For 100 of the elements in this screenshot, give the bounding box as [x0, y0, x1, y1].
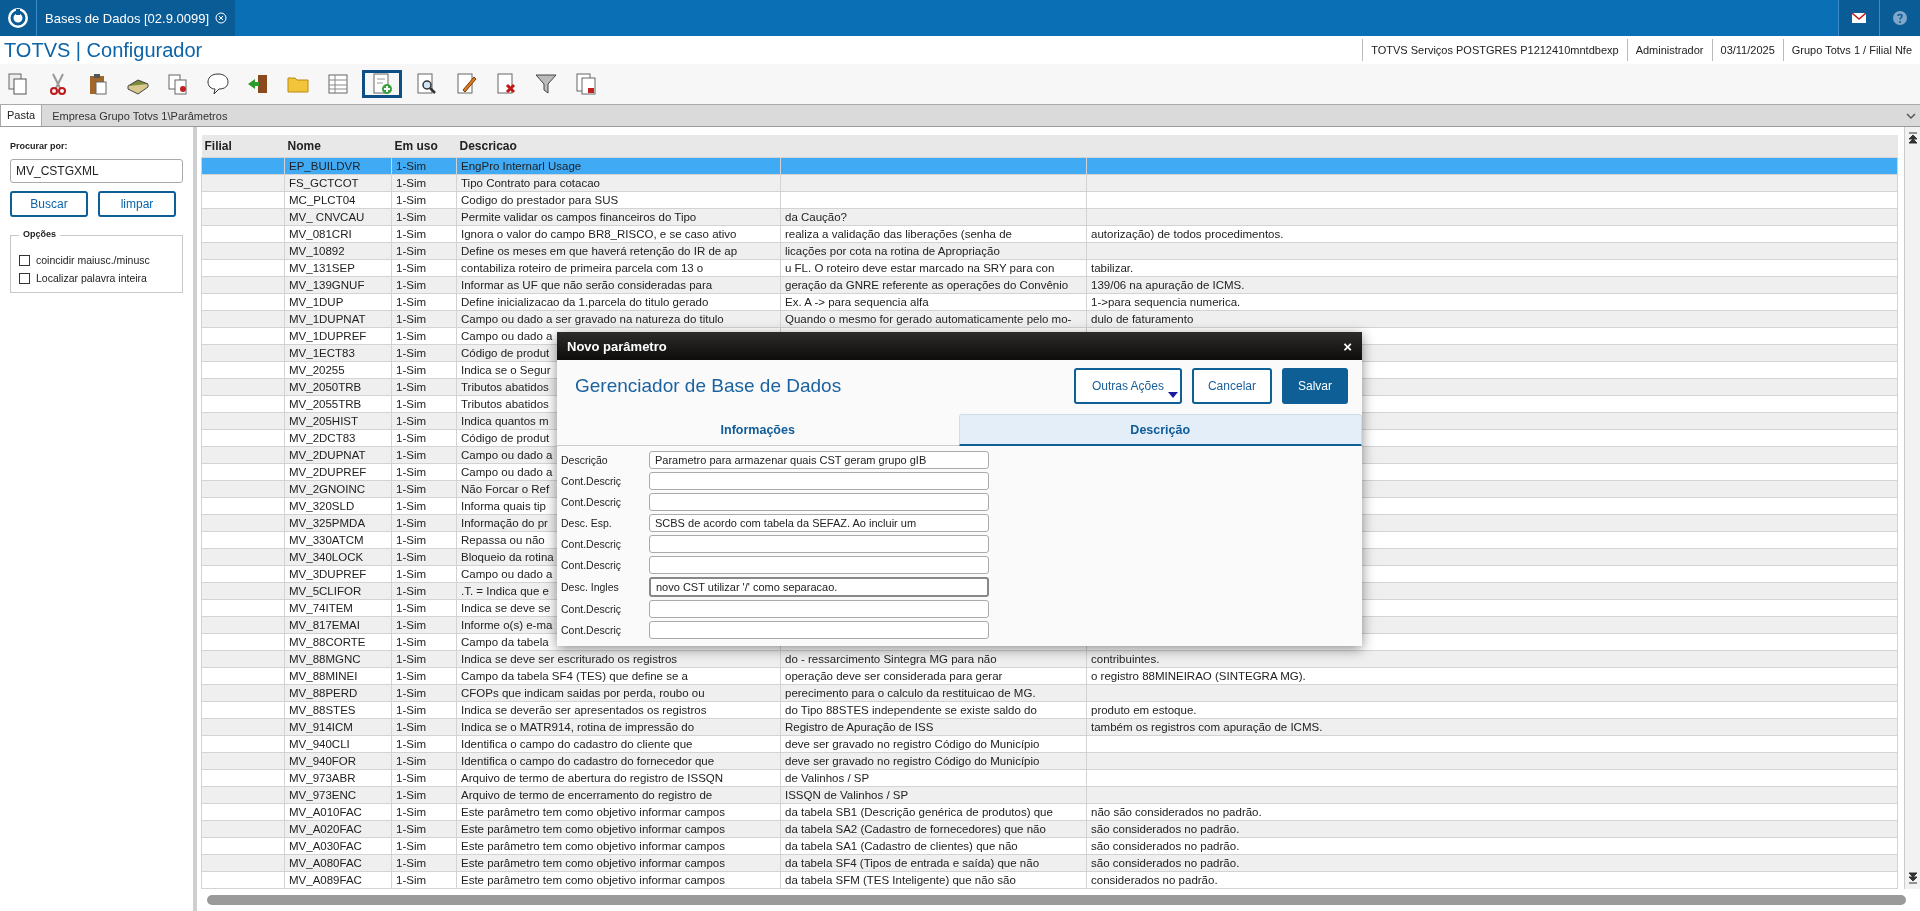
table-cell: deve ser gravado no registro Código do Município: [780, 735, 1087, 753]
field-label: Desc. Esp.: [561, 517, 613, 529]
table-cell: 1-Sim: [391, 701, 457, 719]
table-cell: são considerados no padrão.: [1086, 837, 1898, 855]
table-cell: 1-Sim: [391, 548, 457, 566]
table-cell: 1-Sim: [391, 276, 457, 294]
app-tab[interactable]: Bases de Dados [02.9.0099]: [36, 0, 236, 36]
table-cell: Ignora o valor do campo BR8_RISCO, e se caso ativo: [456, 225, 781, 243]
search-panel-button[interactable]: limpar: [98, 191, 176, 217]
field-label: Descrição: [561, 454, 609, 466]
table-cell: MV_081CRI: [284, 225, 392, 243]
table-cell: Indica se deverão ser apresentados os registros: [456, 701, 781, 719]
table-cell: Este parâmetro tem como objetivo informar campos: [456, 820, 781, 838]
save-button[interactable]: Salvar: [1282, 368, 1348, 404]
scroll-up-icon[interactable]: [1908, 131, 1917, 145]
table-cell: 1-Sim: [391, 497, 457, 515]
input-field[interactable]: [649, 556, 989, 574]
table-cell: MV_88STES: [284, 701, 392, 719]
table-cell: MV_A020FAC: [284, 820, 392, 838]
table-cell: MV_88MINEI: [284, 667, 392, 685]
table-cell: CFOPs que indicam saidas por perda, roubo ou: [456, 684, 781, 702]
header-info: TOTVS Serviços POSTGRES P1212410mntdbexp: [1362, 39, 1627, 61]
table-cell: 1-Sim: [391, 650, 457, 668]
mail-icon[interactable]: [1852, 13, 1866, 23]
table-cell: EngPro Internarl Usage: [456, 157, 781, 175]
table-cell: MV_ CNVCAU: [284, 208, 392, 226]
field-label: Cont.Descriç: [561, 603, 623, 615]
table-cell: Permite validar os campos financeiros do Tipo: [456, 208, 781, 226]
column-header[interactable]: Filial: [201, 135, 285, 158]
checkbox[interactable]: [19, 254, 30, 266]
table-cell: MV_A089FAC: [284, 871, 392, 889]
add-document-icon[interactable]: [362, 70, 402, 98]
header-info: Administrador: [1626, 39, 1712, 61]
table-cell: 1-Sim: [391, 854, 457, 872]
table-cell: 1-Sim: [391, 463, 457, 481]
table-cell: são considerados no padrão.: [1086, 820, 1898, 838]
header-info: Grupo Totvs 1 / Filial Nfe: [1782, 39, 1920, 61]
header-info: 03/11/2025: [1711, 39, 1783, 61]
input-field[interactable]: [649, 493, 989, 511]
table-cell: 1-Sim: [391, 786, 457, 804]
table-cell: 1-Sim: [391, 735, 457, 753]
table-row[interactable]: EP_BUILDVR 1-Sim EngPro Internarl Usage: [201, 157, 1898, 175]
table-cell: MV_88PERD: [284, 684, 392, 702]
checkbox[interactable]: [19, 272, 30, 284]
input-field[interactable]: [649, 535, 989, 553]
column-header[interactable]: Nome: [284, 135, 392, 158]
input-field[interactable]: [649, 600, 989, 618]
table-cell: MV_88CORTE: [284, 633, 392, 651]
table-cell: ISSQN de Valinhos / SP: [780, 786, 1087, 804]
table-cell: MV_139GNUF: [284, 276, 392, 294]
horizontal-scrollbar[interactable]: [207, 895, 1906, 905]
table-cell: deve ser gravado no registro Código do Município: [780, 752, 1087, 770]
table-cell: geração da GNRE referente as operações do Convênio: [780, 276, 1087, 294]
table-cell: u FL. O roteiro deve estar marcado na SRY para con: [780, 259, 1087, 277]
table-cell: operação deve ser considerada para gerar: [780, 667, 1087, 685]
input-field[interactable]: SCBS de acordo com tabela da SEFAZ. Ao incluir um: [649, 514, 989, 532]
column-header[interactable]: Descricao: [456, 135, 781, 158]
table-cell: da tabela SF4 (Tipos de entrada e saída) que não: [780, 854, 1087, 872]
cancel-button[interactable]: Cancelar: [1191, 368, 1272, 404]
table-cell: Este parâmetro tem como objetivo informar campos: [456, 803, 781, 821]
table-cell: 1-Sim: [391, 837, 457, 855]
vertical-scrollbar[interactable]: [1904, 127, 1920, 889]
table-cell: 1-Sim: [391, 191, 457, 209]
table-cell: 1-Sim: [391, 667, 457, 685]
table-cell: 1-Sim: [391, 174, 457, 192]
table-cell: 1-Sim: [391, 820, 457, 838]
search-field[interactable]: MV_CSTGXML: [10, 159, 183, 183]
table-cell: Este parâmetro tem como objetivo informar campos: [456, 854, 781, 872]
table-cell: 1-Sim: [391, 429, 457, 447]
table-cell: MV_131SEP: [284, 259, 392, 277]
table-cell: 1-Sim: [391, 327, 457, 345]
folder-path-bar[interactable]: Empresa Grupo Totvs 1\Parâmetros: [42, 104, 1920, 126]
table-cell: MV_2GNOINC: [284, 480, 392, 498]
input-field[interactable]: novo CST utilizar '/' como separacao.: [649, 577, 989, 597]
column-header[interactable]: Em uso: [391, 135, 457, 158]
tab[interactable]: Informações: [557, 414, 959, 446]
table-cell: contribuintes.: [1086, 650, 1898, 668]
table-cell: Indica se o MATR914, rotina de impressão do: [456, 718, 781, 736]
table-cell: 1-Sim: [391, 752, 457, 770]
table-cell: Registro de Apuração de ISS: [780, 718, 1087, 736]
input-field[interactable]: Parametro para armazenar quais CST geram grupo gIB: [649, 451, 989, 469]
table-cell: 1-Sim: [391, 803, 457, 821]
table-cell: MV_2DCT83: [284, 429, 392, 447]
table-cell: 1-Sim: [391, 582, 457, 600]
input-field[interactable]: [649, 472, 989, 490]
scroll-down-icon[interactable]: [1908, 871, 1917, 885]
table-cell: 1-Sim: [391, 480, 457, 498]
menu-button[interactable]: Outras Ações: [1073, 368, 1182, 404]
table-cell: 1-Sim: [391, 259, 457, 277]
table-cell: realiza a validação das liberações (senha de: [780, 225, 1087, 243]
folder-tab[interactable]: Pasta: [0, 104, 43, 126]
search-label: Procurar por:: [10, 141, 69, 151]
search-panel-button[interactable]: Buscar: [10, 191, 88, 217]
close-icon[interactable]: [215, 12, 228, 24]
close-button[interactable]: ×: [1343, 337, 1352, 355]
tab[interactable]: Descrição: [958, 414, 1362, 446]
table-cell: Indica se deve ser escriturado os registros: [456, 650, 781, 668]
input-field[interactable]: [649, 621, 989, 639]
table-cell: 1-Sim: [391, 412, 457, 430]
table-cell: MV_1DUP: [284, 293, 392, 311]
